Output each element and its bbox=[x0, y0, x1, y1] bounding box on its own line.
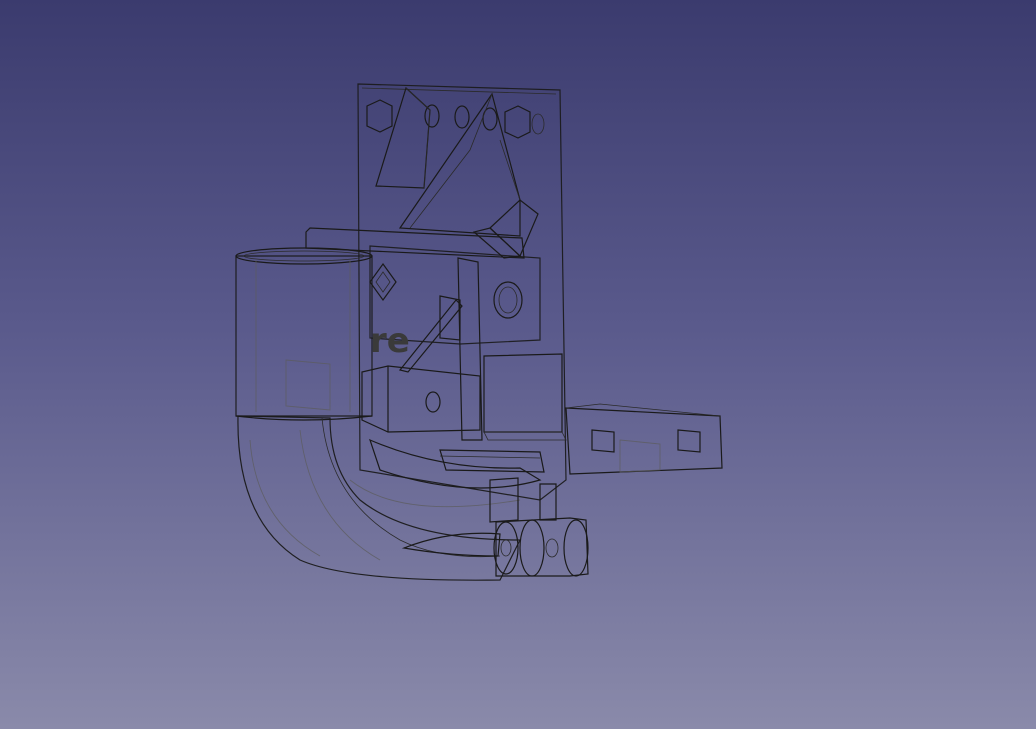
side-arm[interactable] bbox=[565, 403, 723, 475]
nozzle-lip bbox=[439, 449, 545, 473]
mid-ledge bbox=[305, 227, 525, 259]
clamp-block[interactable] bbox=[361, 353, 567, 441]
hex-nut-right bbox=[504, 105, 531, 139]
hex-nut-left bbox=[366, 99, 393, 133]
gusset-block bbox=[472, 199, 539, 259]
gusset-left bbox=[375, 86, 431, 189]
knuckle-1 bbox=[493, 521, 519, 575]
plate-holes bbox=[366, 99, 545, 139]
arm-slot-2 bbox=[677, 429, 701, 453]
knuckle-2 bbox=[519, 519, 545, 577]
logo-diamond bbox=[369, 262, 397, 302]
clamp-hole bbox=[425, 391, 441, 413]
duct-tube[interactable] bbox=[235, 247, 373, 421]
nozzle-fin bbox=[401, 532, 501, 557]
arm-slot-1 bbox=[591, 429, 615, 453]
knuckle-3 bbox=[563, 519, 589, 577]
hole-2 bbox=[454, 105, 470, 129]
3d-viewport[interactable]: re bbox=[0, 0, 1036, 729]
engraved-text: re bbox=[370, 321, 410, 361]
dark-slot bbox=[483, 353, 563, 433]
hole-1 bbox=[424, 104, 440, 128]
gusset-right bbox=[398, 92, 521, 237]
3d-model-view[interactable]: re bbox=[0, 0, 1036, 729]
hinge-knuckles[interactable] bbox=[493, 517, 589, 577]
